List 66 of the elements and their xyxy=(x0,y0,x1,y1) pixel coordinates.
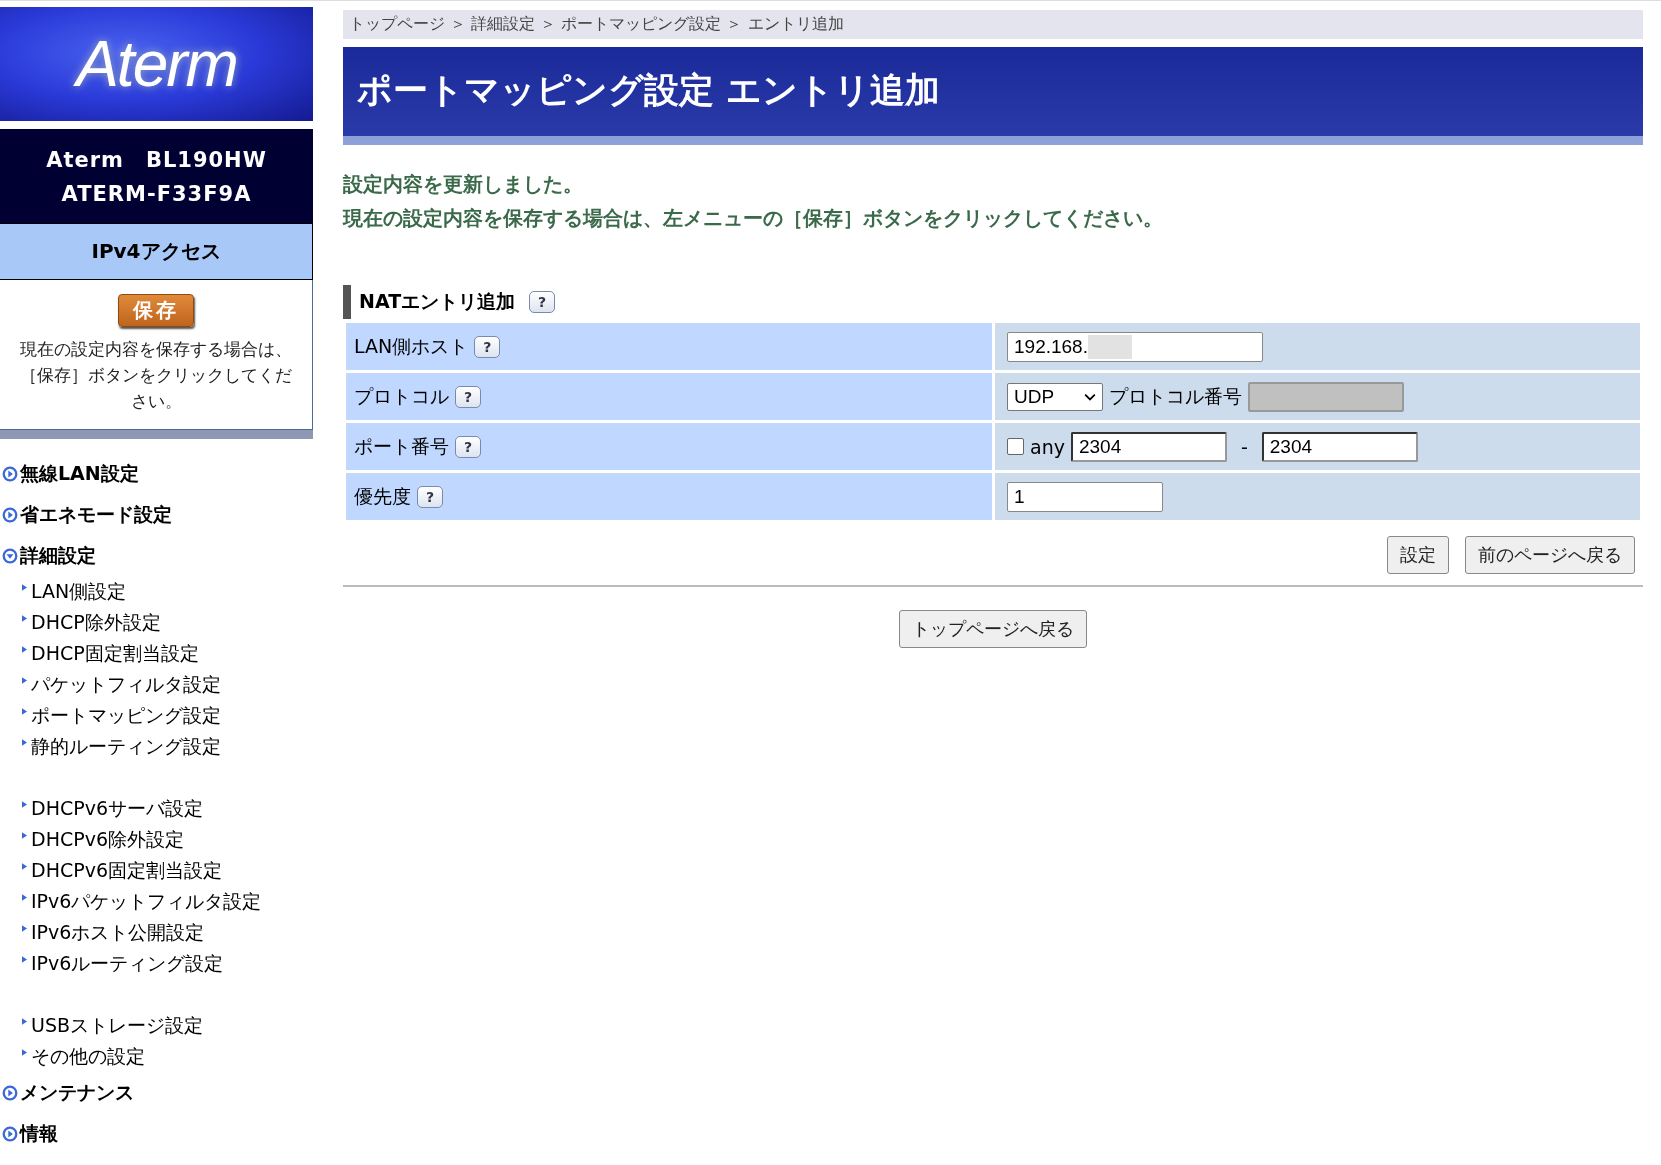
triangle-icon xyxy=(22,615,27,622)
menu-section[interactable]: 省エネモード設定 xyxy=(0,494,313,535)
menu-item[interactable]: IPv6ホスト公開設定 xyxy=(0,917,313,948)
checkbox-label: any xyxy=(1030,435,1065,458)
help-button[interactable]: ? xyxy=(417,485,443,508)
menu-item[interactable]: DHCPv6固定割当設定 xyxy=(0,855,313,886)
menu-section[interactable]: メンテナンス xyxy=(0,1072,313,1113)
section-marker xyxy=(343,285,351,319)
field-label: 優先度 xyxy=(354,483,411,509)
triangle-icon xyxy=(22,894,27,901)
save-note: 現在の設定内容を保存する場合は、［保存］ボタンをクリックしてください。 xyxy=(19,339,293,413)
triangle-icon xyxy=(22,801,27,808)
status-message: 現在の設定内容を保存する場合は、左メニューの［保存］ボタンをクリックしてください。 xyxy=(343,205,1164,232)
triangle-icon xyxy=(22,646,27,653)
field-label: プロトコル番号 xyxy=(1109,383,1242,409)
triangle-icon xyxy=(22,584,27,591)
range-separator: - xyxy=(1240,435,1248,458)
menu-section[interactable]: 詳細設定 xyxy=(0,535,313,576)
action-button[interactable]: 前のページへ戻る xyxy=(1465,536,1635,574)
help-button[interactable]: ? xyxy=(455,435,481,458)
model-name: Aterm BL190HW xyxy=(45,147,268,174)
mode-label: IPv4アクセス xyxy=(0,223,313,280)
help-button[interactable]: ? xyxy=(455,385,481,408)
menu-item[interactable]: LAN側設定 xyxy=(0,576,313,607)
triangle-icon xyxy=(22,925,27,932)
triangle-icon xyxy=(22,1018,27,1025)
action-button[interactable]: 設定 xyxy=(1387,536,1449,574)
menu-item[interactable]: 静的ルーティング設定 xyxy=(0,731,313,762)
input-field[interactable]: 1 xyxy=(1007,481,1163,512)
menu-item[interactable]: DHCP除外設定 xyxy=(0,607,313,638)
menu-item[interactable]: DHCP固定割当設定 xyxy=(0,638,313,669)
triangle-icon xyxy=(22,832,27,839)
triangle-icon xyxy=(22,708,27,715)
top-page-button[interactable]: トップページへ戻る xyxy=(899,610,1087,648)
menu-item[interactable]: ポートマッピング設定 xyxy=(0,700,313,731)
breadcrumb: トップページ ＞ 詳細設定 ＞ ポートマッピング設定 ＞ エントリ追加 xyxy=(343,10,1643,39)
triangle-icon xyxy=(22,1049,27,1056)
menu-item[interactable]: IPv6パケットフィルタ設定 xyxy=(0,886,313,917)
input-field[interactable]: 2304 xyxy=(1261,431,1418,462)
section-title: NATエントリ追加 xyxy=(359,289,516,314)
triangle-icon xyxy=(22,956,27,963)
menu-item[interactable]: USBストレージ設定 xyxy=(0,1010,313,1041)
field-label: LAN側ホスト xyxy=(354,333,469,359)
help-button[interactable]: ? xyxy=(474,335,501,358)
menu-item[interactable]: パケットフィルタ設定 xyxy=(0,669,313,700)
input-field[interactable]: 192.168. xyxy=(1007,331,1263,362)
menu-item[interactable]: IPv6ルーティング設定 xyxy=(0,948,313,979)
checkbox[interactable] xyxy=(1007,438,1024,455)
triangle-icon xyxy=(22,863,27,870)
menu-item[interactable]: DHCPv6サーバ設定 xyxy=(0,793,313,824)
menu-section[interactable]: 情報 xyxy=(0,1113,313,1154)
model-name: ATERM-F33F9A xyxy=(60,181,253,208)
menu-section[interactable]: 無線LAN設定 xyxy=(0,453,313,494)
help-button[interactable]: ? xyxy=(529,291,556,313)
field-label: ポート番号 xyxy=(354,433,449,459)
status-message: 設定内容を更新しました。 xyxy=(343,171,584,198)
menu-item[interactable]: その他の設定 xyxy=(0,1041,313,1072)
page-title: ポートマッピング設定 エントリ追加 xyxy=(343,47,1643,145)
triangle-icon xyxy=(22,739,27,746)
field-label: プロトコル xyxy=(354,383,449,409)
redacted-block xyxy=(1087,334,1132,359)
menu-item[interactable]: DHCPv6除外設定 xyxy=(0,824,313,855)
protocol-dropdown[interactable]: UDP xyxy=(1007,382,1103,411)
input-field[interactable]: 2304 xyxy=(1070,431,1227,462)
triangle-icon xyxy=(22,677,27,684)
chevron-down-icon xyxy=(1084,392,1096,401)
